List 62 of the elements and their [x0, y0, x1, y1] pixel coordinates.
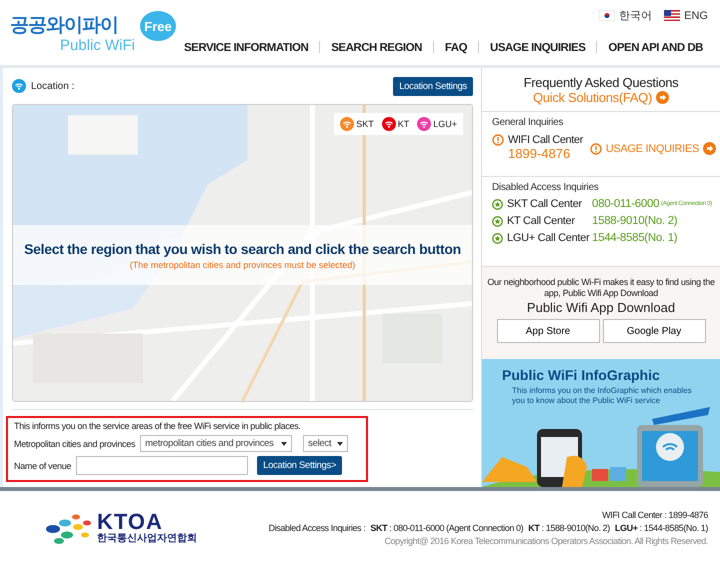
nav-link[interactable]: SEARCH REGION — [331, 42, 422, 54]
call-center-label: KT Call Center — [507, 215, 575, 227]
star-icon — [492, 232, 503, 244]
flag-icon[interactable] — [664, 10, 680, 21]
nav-link[interactable]: OPEN API AND DB — [608, 42, 703, 54]
arrow-right-icon — [703, 142, 716, 155]
app-title: Public Wifi App Download — [526, 300, 676, 315]
carrier-contact: LGU+ : 1544-8585(No. 1) — [614, 522, 708, 532]
phone-number: 1544-8585(No. 1) — [592, 232, 678, 244]
flag-icon[interactable] — [599, 10, 616, 21]
region-dropdown[interactable]: metropolitan cities and provinces — [140, 435, 292, 452]
call-center-label: SKT Call Center — [507, 198, 582, 210]
search-intro: This informs you on the service areas of the free WiFi service in public places. — [14, 421, 302, 431]
nav-link[interactable]: USAGE INQUIRIES — [490, 42, 586, 54]
district-dropdown[interactable]: select — [303, 435, 348, 452]
language-link[interactable]: 한국어 — [619, 8, 652, 23]
store-button[interactable]: App Store — [496, 319, 600, 343]
infographic-banner[interactable]: Public WiFi InfoGraphic This informs you on the InfoGraphic which enables you to know about the Public WiFi service — [482, 359, 720, 487]
legend-label: LGU+ — [433, 119, 457, 129]
search-instruction: Select the region that you wish to search and click the search button — [24, 240, 461, 256]
logo-title: KTOA — [97, 510, 163, 532]
legend-label: SKT — [356, 119, 374, 129]
exclamation-icon — [492, 134, 504, 146]
legend-label: KT — [398, 119, 410, 129]
faq-title: Frequently Asked Questions — [524, 74, 678, 90]
logo-subtitle: Public WiFi — [60, 38, 136, 54]
arrow-right-icon — [656, 90, 669, 104]
star-icon — [492, 216, 503, 226]
exclamation-icon — [590, 142, 602, 154]
phone-number: 080-011-6000 — [592, 198, 660, 210]
location-settings-button[interactable]: Location Settings — [393, 76, 473, 96]
caret-icon — [281, 442, 288, 446]
disabled-label: Disabled Access Inquiries : — [268, 522, 366, 532]
carrier-contact: KT : 1588-9010(No. 2) — [528, 522, 610, 532]
instruction-note: (The metropolitan cities and provinces must be selected) — [130, 260, 356, 270]
call-center-info: WIFI Call Center : 1899-4876 — [602, 510, 708, 520]
nav-link[interactable]: SERVICE INFORMATION — [184, 42, 308, 54]
store-button[interactable]: Google Play — [602, 319, 706, 343]
venue-input[interactable] — [76, 456, 248, 475]
nav-link[interactable]: FAQ — [444, 42, 468, 54]
app-description: Our neighborhood public Wi-Fi makes it easy to find using the app, Public Wifi App Download — [486, 277, 716, 299]
phone-number: 1588-9010(No. 2) — [592, 215, 678, 227]
copyright: Copyright@ 2016 Korea Telecommunications Operators Association. All Rights Reserved. — [384, 536, 708, 546]
language-link[interactable]: ENG — [684, 10, 708, 22]
field-label: Name of venue — [14, 460, 72, 470]
call-center-label: WIFI Call Center — [508, 134, 583, 146]
logo-title: 공공와이파이 — [10, 14, 118, 38]
star-icon — [492, 198, 503, 210]
infographic-subtitle: This informs you on the InfoGraphic which enables you to know about the Public WiFi service — [512, 386, 693, 406]
call-center-label: LGU+ Call Center — [507, 232, 590, 244]
field-label: Metropolitan cities and provinces — [14, 438, 136, 448]
logo-subtitle: 한국통신사업자연합회 — [97, 532, 197, 544]
infographic-title: Public WiFi InfoGraphic — [502, 367, 661, 383]
caret-icon — [337, 442, 344, 446]
carrier-contact: SKT : 080-011-6000 (Agent Connection 0) — [370, 522, 524, 532]
location-label: Location : — [31, 80, 76, 92]
wifi-icon — [12, 79, 26, 93]
free-badge: Free — [140, 11, 176, 41]
section-heading: Disabled Access Inquiries — [492, 182, 600, 193]
location-settings-button[interactable]: Location Settings> — [257, 456, 342, 475]
phone-number: 1899-4876 — [508, 146, 570, 161]
section-heading: General Inquiries — [492, 117, 564, 128]
